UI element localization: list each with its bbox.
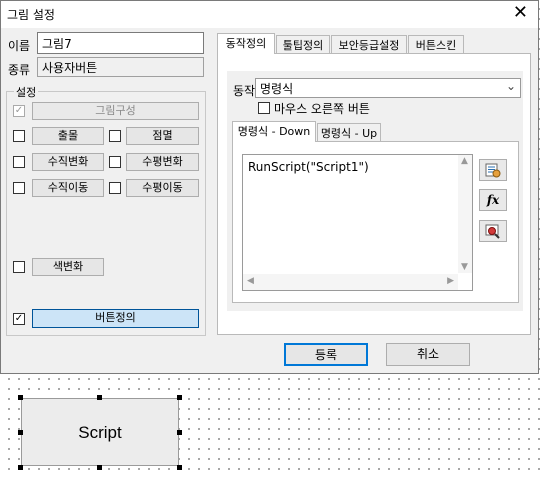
- color-change-button[interactable]: 색변화: [32, 258, 104, 276]
- name-label: 이름: [8, 39, 31, 53]
- chevron-down-icon: ⌄: [505, 79, 516, 93]
- horizontal-move-checkbox[interactable]: [109, 182, 121, 194]
- scroll-right-icon[interactable]: ▶: [447, 276, 454, 286]
- close-icon[interactable]: ✕: [513, 4, 528, 22]
- button-define-button[interactable]: 버튼정의: [32, 309, 199, 328]
- selection-handle[interactable]: [18, 430, 23, 435]
- scroll-up-icon[interactable]: ▲: [461, 156, 468, 166]
- color-change-checkbox[interactable]: [13, 261, 25, 273]
- picture-settings-dialog: 그림 설정 ✕ 이름 그림7 종류 사용자버튼 설정 ✓ 그림구성 출몰 점멸 …: [0, 0, 539, 374]
- script-edit-icon: [485, 163, 501, 178]
- vertical-move-checkbox[interactable]: [13, 182, 25, 194]
- dot-button[interactable]: 점멸: [126, 127, 199, 145]
- pick-icon: [485, 224, 500, 239]
- name-field[interactable]: 그림7: [37, 32, 204, 54]
- action-label: 동작: [233, 84, 256, 98]
- tab-security-level[interactable]: 보안등급설정: [331, 35, 407, 54]
- type-field: 사용자버튼: [37, 57, 204, 77]
- action-select-value: 명령식: [260, 82, 294, 96]
- horizontal-move-button[interactable]: 수평이동: [126, 179, 199, 197]
- blink-checkbox[interactable]: [13, 130, 25, 142]
- vertical-change-checkbox[interactable]: [13, 156, 25, 168]
- tab-tooltip-define[interactable]: 툴팁정의: [276, 35, 330, 54]
- blink-button[interactable]: 출몰: [32, 127, 104, 145]
- dialog-title: 그림 설정: [7, 8, 55, 22]
- canvas-script-label: Script: [78, 423, 122, 442]
- selection-handle[interactable]: [97, 465, 102, 470]
- action-select[interactable]: 명령식 ⌄: [255, 78, 521, 98]
- selection-handle[interactable]: [18, 465, 23, 470]
- selection-handle[interactable]: [18, 395, 23, 400]
- scroll-left-icon[interactable]: ◀: [247, 276, 254, 286]
- tab-button-skin[interactable]: 버튼스킨: [408, 35, 464, 54]
- horizontal-change-button[interactable]: 수평변화: [126, 153, 199, 171]
- subtab-command-up[interactable]: 명령식 - Up: [317, 123, 381, 142]
- settings-group-title: 설정: [14, 84, 39, 100]
- function-button[interactable]: fx: [479, 189, 507, 211]
- cancel-button[interactable]: 취소: [386, 343, 470, 366]
- canvas-script-button[interactable]: Script: [21, 398, 179, 466]
- tab-action-define[interactable]: 동작정의: [217, 33, 275, 54]
- pick-button[interactable]: [479, 220, 507, 242]
- type-label: 종류: [8, 63, 31, 77]
- script-edit-button[interactable]: [479, 159, 507, 181]
- selection-handle[interactable]: [177, 430, 182, 435]
- scroll-down-icon[interactable]: ▼: [461, 262, 468, 272]
- picture-config-checkbox: ✓: [13, 105, 25, 117]
- horizontal-scrollbar[interactable]: ◀ ▶: [243, 274, 458, 290]
- vertical-change-button[interactable]: 수직변화: [32, 153, 104, 171]
- function-icon: fx: [486, 193, 500, 207]
- dot-checkbox[interactable]: [109, 130, 121, 142]
- title-bar: 그림 설정 ✕: [1, 1, 538, 28]
- right-click-label: 마우스 오른쪽 버튼: [274, 102, 370, 116]
- button-define-checkbox[interactable]: ✓: [13, 313, 25, 325]
- subtab-command-down[interactable]: 명령식 - Down: [232, 121, 316, 142]
- selection-handle[interactable]: [97, 395, 102, 400]
- selection-handle[interactable]: [177, 465, 182, 470]
- selection-handle[interactable]: [177, 395, 182, 400]
- vertical-move-button[interactable]: 수직이동: [32, 179, 104, 197]
- picture-config-button: 그림구성: [32, 102, 199, 120]
- script-textarea[interactable]: RunScript("Script1") ▲ ▼ ◀ ▶: [242, 154, 473, 291]
- script-text: RunScript("Script1"): [248, 160, 369, 174]
- ok-button[interactable]: 등록: [284, 343, 368, 366]
- horizontal-change-checkbox[interactable]: [109, 156, 121, 168]
- right-click-checkbox[interactable]: [258, 102, 270, 114]
- vertical-scrollbar[interactable]: ▲ ▼: [458, 155, 472, 273]
